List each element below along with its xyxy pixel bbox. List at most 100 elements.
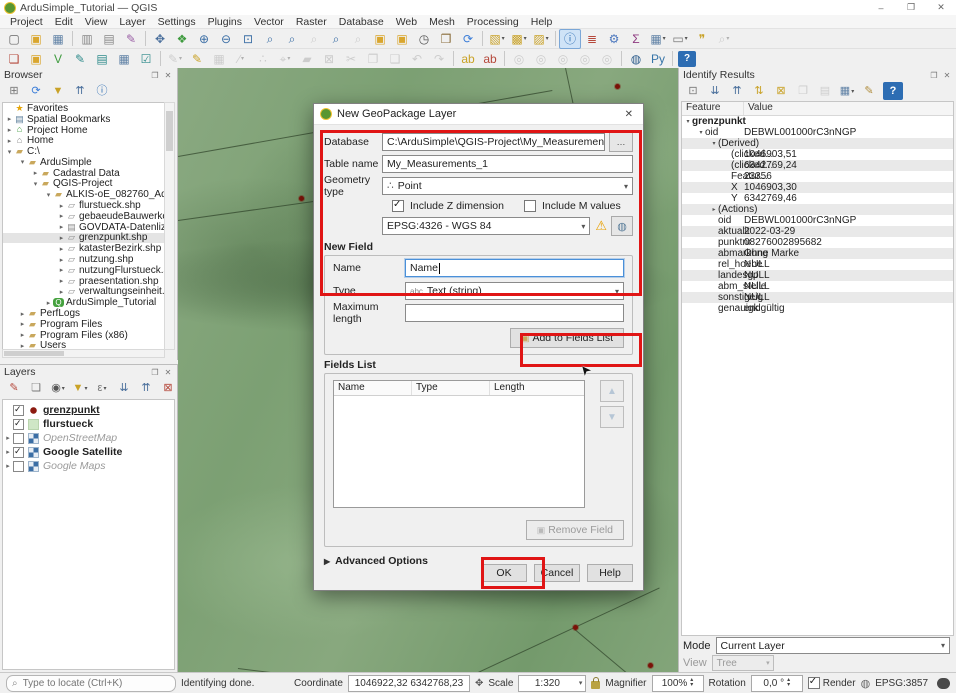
geometry-type-select[interactable]: ∴ Point [382, 177, 633, 195]
show-bookmarks-button[interactable]: ▣ [391, 29, 413, 49]
temporal-controller-button[interactable]: ◷ [413, 29, 435, 49]
filter-expression-button[interactable]: ε [92, 379, 112, 397]
menu-item[interactable]: Help [525, 16, 559, 28]
toggle-editing-button[interactable]: ✎ [186, 49, 208, 69]
map-tips-button[interactable]: ❞ [691, 29, 713, 49]
menu-item[interactable]: Processing [461, 16, 525, 28]
browser-item[interactable]: ▸ flurstueck.shp [3, 200, 164, 211]
float-panel-button[interactable]: ❐ [929, 71, 939, 80]
copy-feature-button[interactable]: ❐ [793, 82, 813, 100]
paste-features-button[interactable]: ❑ [384, 49, 406, 69]
extents-icon[interactable]: ✥ [475, 678, 483, 689]
browser-vertical-scrollbar[interactable] [164, 102, 175, 350]
pan-to-selection-button[interactable]: ❖ [171, 29, 193, 49]
layer-visibility-checkbox[interactable] [13, 433, 24, 444]
browser-item[interactable]: ▸ verwaltungseinheit.shp [3, 287, 164, 298]
pin-labels-button[interactable]: ◎ [508, 49, 530, 69]
ok-button[interactable]: OK [481, 564, 527, 582]
zoom-native-button[interactable]: ⌕ [303, 29, 325, 49]
expander-icon[interactable]: ▾ [697, 129, 705, 136]
layer-visibility-checkbox[interactable] [13, 461, 24, 472]
close-panel-button[interactable]: ✕ [163, 71, 173, 80]
rotate-label-button[interactable]: ◎ [574, 49, 596, 69]
identify-row[interactable]: punktnr 08276002895682 [682, 237, 953, 248]
mode-select[interactable]: Current Layer [716, 637, 950, 654]
expander-icon[interactable]: ▾ [31, 180, 40, 188]
spinner-arrows-icon[interactable] [787, 678, 790, 688]
menu-item[interactable]: Vector [248, 16, 290, 28]
new-map-view-button[interactable]: ❒ [435, 29, 457, 49]
browser-item[interactable]: ▸ Home [3, 135, 164, 146]
expander-icon[interactable]: ▸ [57, 202, 66, 210]
expander-icon[interactable]: ▸ [57, 223, 66, 231]
save-edits-button[interactable]: ▦ [208, 49, 230, 69]
spinner-arrows-icon[interactable] [690, 678, 693, 688]
coordinate-input[interactable]: 1046922,32 6342768,23 [348, 675, 470, 692]
pan-map-button[interactable]: ✥ [149, 29, 171, 49]
browser-item[interactable]: ▾ QGIS-Project [3, 179, 164, 190]
identify-row[interactable]: (clicked... 6342769,24 [682, 160, 953, 171]
add-group-button[interactable]: ❏ [26, 379, 46, 397]
browser-item[interactable]: ▸ grenzpunkt.shp [3, 233, 164, 244]
include-z-checkbox[interactable] [392, 200, 404, 212]
layer-item[interactable]: ▸ OpenStreetMap [3, 431, 174, 445]
include-m-checkbox[interactable] [524, 200, 536, 212]
browser-item[interactable]: ▸ Cadastral Data [3, 168, 164, 179]
expander-icon[interactable]: ▸ [57, 288, 66, 296]
rotation-input[interactable]: 0,0 ° [751, 675, 803, 692]
browser-item[interactable]: ▸ Program Files [3, 319, 164, 330]
identify-settings-button[interactable]: ✎ [859, 82, 879, 100]
browser-item[interactable]: ▸ katasterBezirk.shp [3, 243, 164, 254]
browser-item[interactable]: ▸ Spatial Bookmarks [3, 114, 164, 125]
select-crs-button[interactable]: ◍ [611, 216, 633, 236]
identify-row[interactable]: ▾ grenzpunkt [682, 116, 953, 127]
menu-item[interactable]: Edit [49, 16, 79, 28]
expander-icon[interactable]: ▸ [57, 234, 66, 242]
menu-item[interactable]: Web [390, 16, 423, 28]
expander-icon[interactable]: ▸ [3, 448, 13, 456]
float-panel-button[interactable]: ❐ [150, 368, 160, 377]
identify-row[interactable]: Y 6342769,46 [682, 193, 953, 204]
identify-row[interactable]: (clicked... 1046903,51 [682, 149, 953, 160]
expander-icon[interactable]: ▸ [3, 462, 13, 470]
identify-help-button[interactable]: ? [883, 82, 903, 100]
statusbar-crs[interactable]: EPSG:3857 [875, 678, 928, 689]
help-button[interactable]: ? [678, 51, 696, 67]
move-field-down-button[interactable]: ▼ [600, 406, 624, 428]
style-manager-button[interactable]: ✎ [120, 29, 142, 49]
float-panel-button[interactable]: ❐ [150, 71, 160, 80]
layer-item[interactable]: ▸ Google Satellite [3, 445, 174, 459]
collapse-layers-button[interactable]: ⇈ [136, 379, 156, 397]
close-panel-button[interactable]: ✕ [942, 71, 952, 80]
select-features-button[interactable]: ▧ [486, 29, 508, 49]
cut-features-button[interactable]: ✂ [340, 49, 362, 69]
expander-icon[interactable]: ▾ [18, 158, 27, 166]
modify-attributes-button[interactable]: ▰ [296, 49, 318, 69]
browser-item[interactable]: ▾ C:\ [3, 146, 164, 157]
open-project-button[interactable]: ▣ [25, 29, 47, 49]
new-geopackage-layer-button[interactable]: ✎ [69, 49, 91, 69]
menu-item[interactable]: Raster [290, 16, 333, 28]
expander-icon[interactable]: ▸ [57, 245, 66, 253]
identify-row[interactable]: rel_hoehe NULL [682, 259, 953, 270]
menu-item[interactable]: Layer [113, 16, 151, 28]
add-delimited-text-button[interactable]: ▦ [113, 49, 135, 69]
menu-item[interactable]: Project [4, 16, 49, 28]
expander-icon[interactable]: ▸ [44, 299, 53, 307]
expander-icon[interactable]: ▾ [5, 148, 14, 156]
value-column-header[interactable]: Value [744, 102, 953, 115]
expander-icon[interactable]: ▾ [44, 191, 53, 199]
move-label-button[interactable]: ◎ [552, 49, 574, 69]
field-type-select[interactable]: abc Text (string) [405, 282, 624, 300]
browser-item[interactable]: ▸ nutzung.shp [3, 254, 164, 265]
scale-select[interactable]: 1:320 [518, 675, 586, 692]
browse-database-button[interactable]: … [609, 132, 633, 152]
menu-item[interactable]: Database [333, 16, 390, 28]
collapse-browser-button[interactable]: ⇈ [70, 82, 90, 100]
new-project-button[interactable]: ▢ [3, 29, 25, 49]
vertex-tool-button[interactable]: ⌖ [274, 49, 296, 69]
menu-item[interactable]: View [79, 16, 114, 28]
metasearch-button[interactable]: ◍ [625, 49, 647, 69]
add-to-fields-list-button[interactable]: ▣ Add to Fields List [510, 328, 624, 348]
browser-item[interactable]: ▸ PerfLogs [3, 308, 164, 319]
